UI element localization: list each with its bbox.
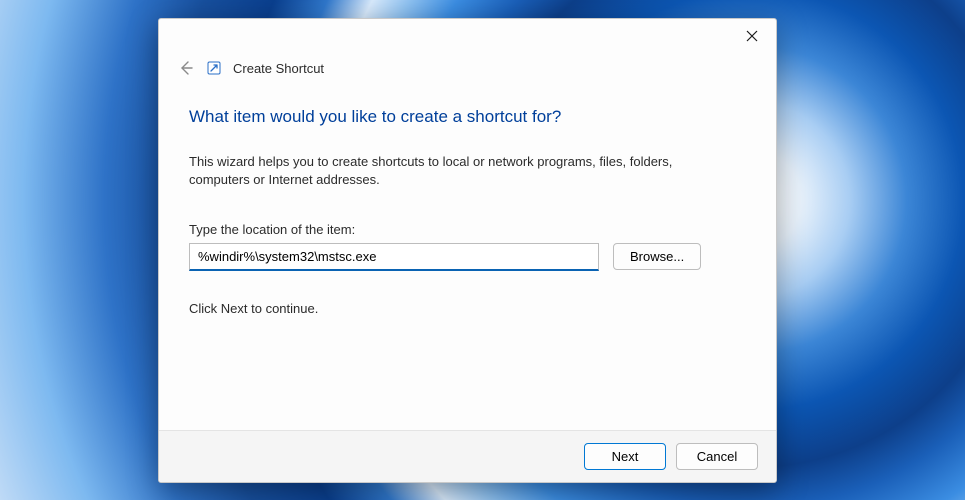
browse-button[interactable]: Browse... bbox=[613, 243, 701, 270]
dialog-footer: Next Cancel bbox=[159, 430, 776, 482]
wizard-content: What item would you like to create a sho… bbox=[159, 83, 776, 430]
wizard-header: Create Shortcut bbox=[159, 53, 776, 83]
back-arrow-icon bbox=[178, 60, 194, 76]
create-shortcut-dialog: Create Shortcut What item would you like… bbox=[158, 18, 777, 483]
shortcut-icon bbox=[207, 61, 221, 75]
wizard-title: Create Shortcut bbox=[233, 61, 324, 76]
description-text: This wizard helps you to create shortcut… bbox=[189, 153, 729, 188]
location-input[interactable] bbox=[189, 243, 599, 271]
titlebar bbox=[159, 19, 776, 53]
desktop-background: Create Shortcut What item would you like… bbox=[0, 0, 965, 500]
back-button[interactable] bbox=[177, 59, 195, 77]
close-button[interactable] bbox=[730, 21, 774, 51]
location-label: Type the location of the item: bbox=[189, 222, 746, 237]
close-icon bbox=[746, 30, 758, 42]
page-heading: What item would you like to create a sho… bbox=[189, 107, 746, 127]
next-button[interactable]: Next bbox=[584, 443, 666, 470]
cancel-button[interactable]: Cancel bbox=[676, 443, 758, 470]
continue-text: Click Next to continue. bbox=[189, 301, 746, 316]
location-row: Browse... bbox=[189, 243, 746, 271]
